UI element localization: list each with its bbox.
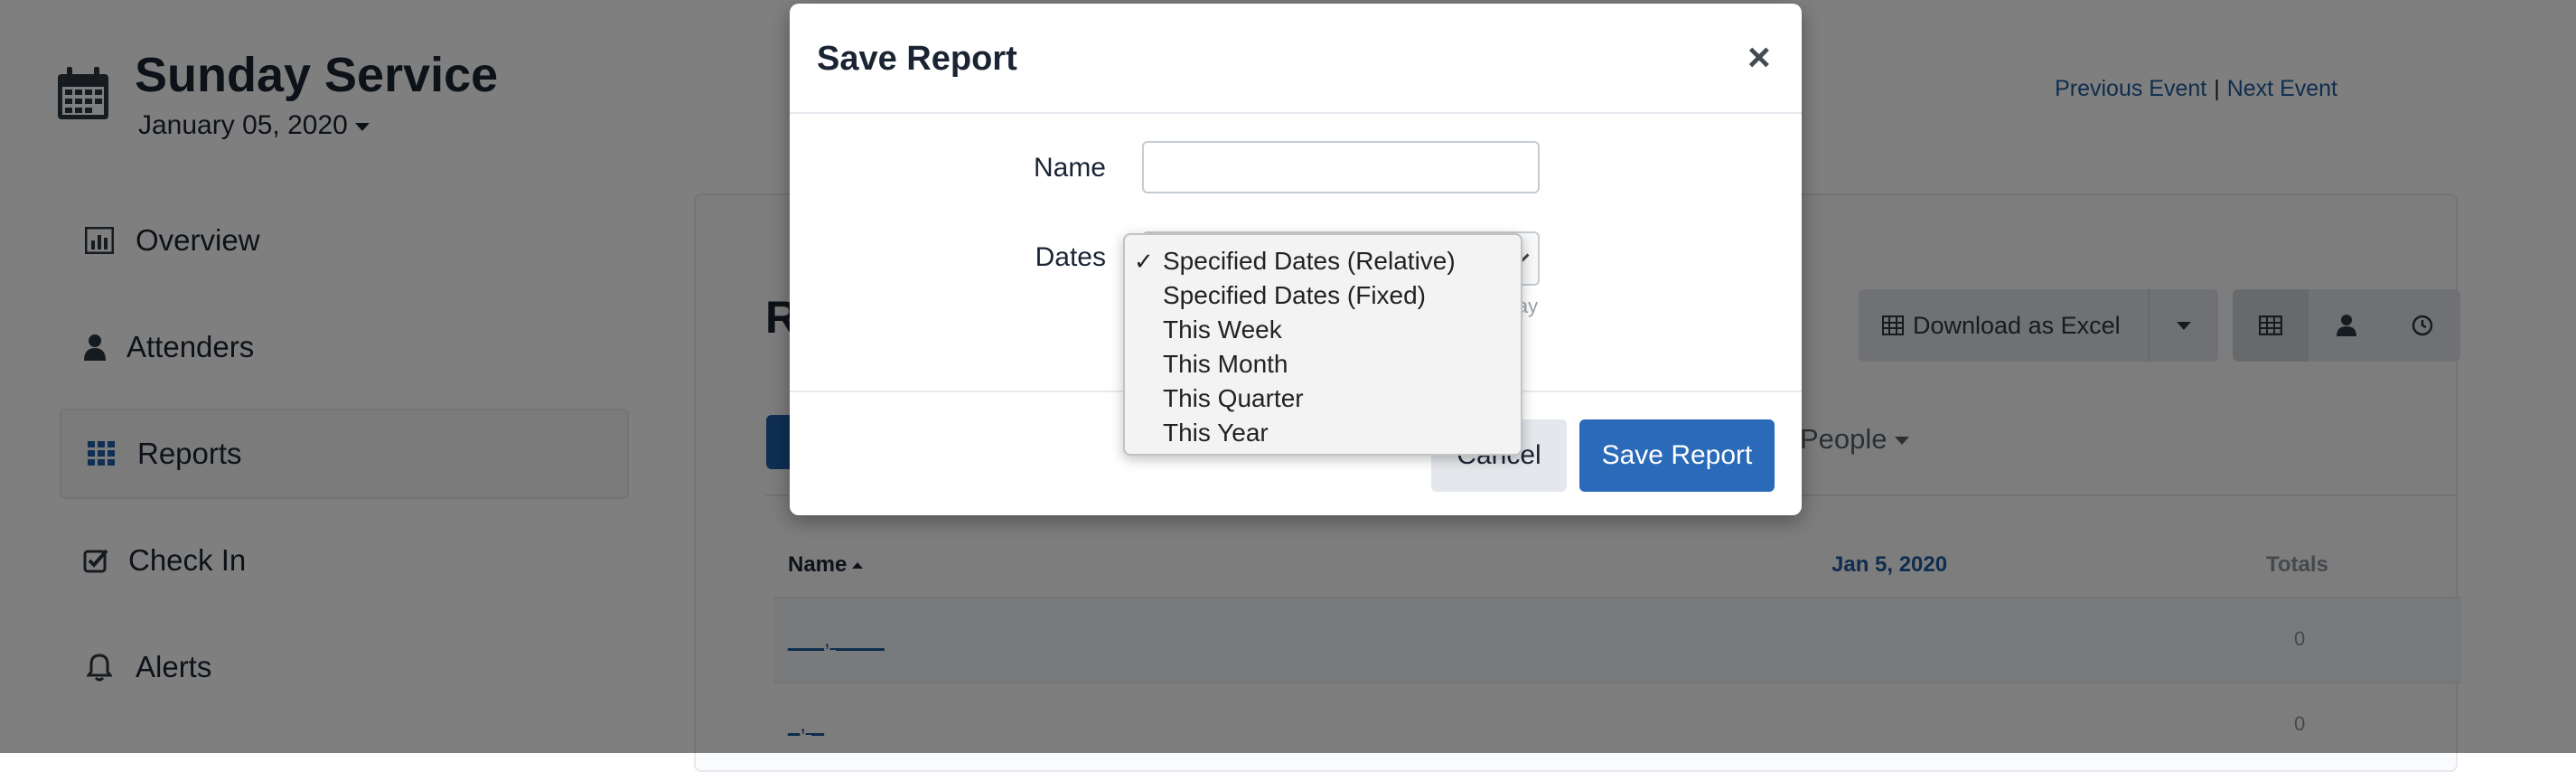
dates-option[interactable]: This Quarter [1125,381,1521,416]
dates-option[interactable]: Specified Dates (Fixed) [1125,278,1521,313]
dates-option[interactable]: This Week [1125,313,1521,347]
modal-header-divider [790,112,1802,114]
checkmark-icon: ✓ [1134,248,1154,275]
dates-dropdown-menu: ✓ Specified Dates (Relative) Specified Da… [1123,233,1522,456]
modal-title: Save Report [817,40,1017,78]
dates-option-label: This Week [1163,315,1282,344]
dates-option-label: This Year [1163,419,1269,447]
name-label: Name [1033,153,1106,183]
close-icon[interactable]: × [1747,38,1771,78]
dates-option-label: This Quarter [1163,384,1304,412]
dates-option-label: This Month [1163,350,1288,378]
dates-option[interactable]: This Year [1125,416,1521,450]
dates-option[interactable]: ✓ Specified Dates (Relative) [1125,244,1521,278]
save-report-button[interactable]: Save Report [1579,419,1775,492]
report-name-input[interactable] [1142,141,1540,193]
dates-label: Dates [1035,242,1106,272]
dates-option[interactable]: This Month [1125,347,1521,381]
dates-option-label: Specified Dates (Fixed) [1163,281,1427,309]
dates-option-label: Specified Dates (Relative) [1163,247,1456,275]
